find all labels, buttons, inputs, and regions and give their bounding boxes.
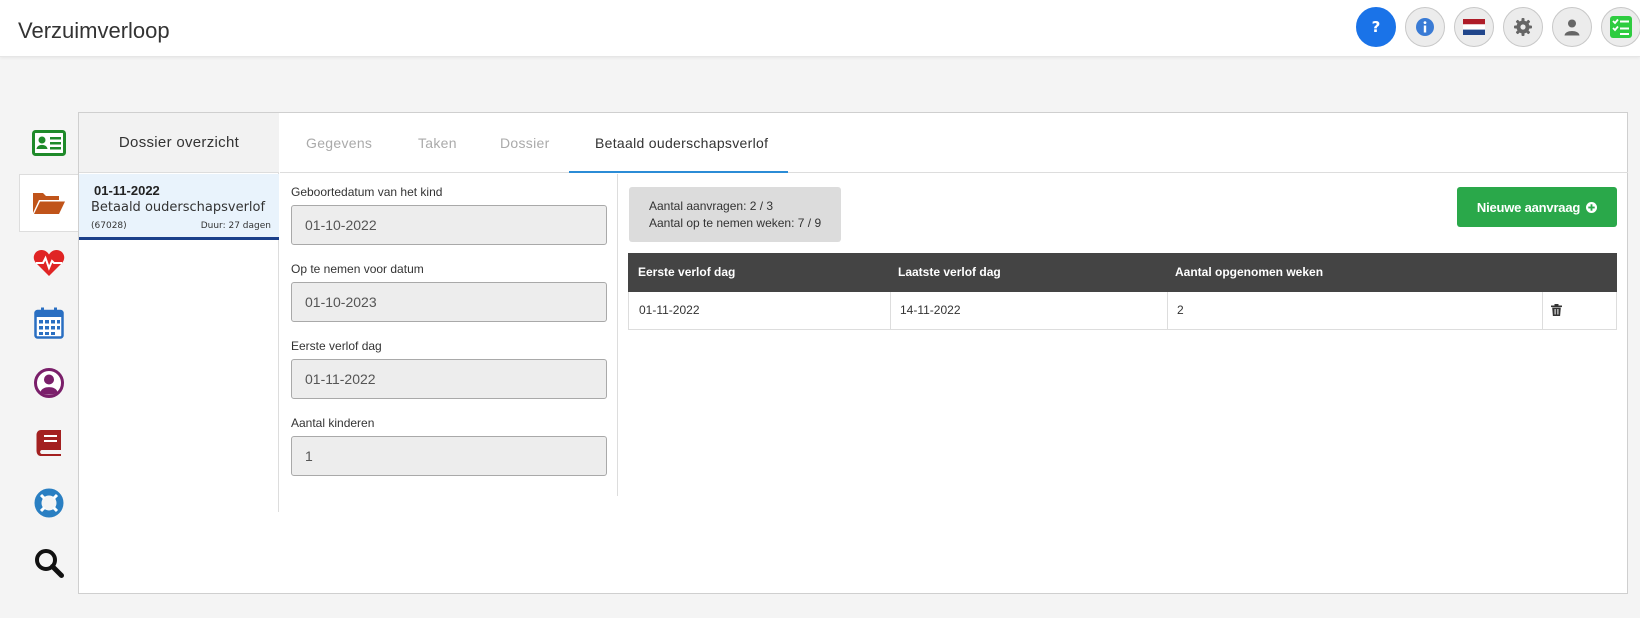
tasks-button[interactable] bbox=[1601, 7, 1640, 47]
lifebuoy-icon bbox=[34, 488, 63, 518]
birthdate-field[interactable]: 01-10-2022 bbox=[291, 205, 607, 245]
trash-icon[interactable] bbox=[1551, 304, 1562, 316]
folder-open-icon bbox=[33, 193, 65, 214]
cell-last-day: 14-11-2022 bbox=[900, 303, 961, 317]
user-circle-icon bbox=[33, 368, 64, 398]
settings-button[interactable] bbox=[1503, 7, 1543, 47]
help-button[interactable]: ? bbox=[1356, 7, 1396, 47]
tab-bar: Gegevens Taken Dossier Betaald ouderscha… bbox=[280, 113, 1628, 173]
language-button[interactable] bbox=[1454, 7, 1494, 47]
weeks-label: Aantal op te nemen weken: bbox=[649, 216, 795, 230]
rail-item-support[interactable] bbox=[19, 474, 78, 532]
dossier-item-title: Betaald ouderschapsverlof bbox=[91, 200, 266, 215]
new-request-button[interactable]: Nieuwe aanvraag bbox=[1457, 187, 1617, 227]
info-icon bbox=[1416, 18, 1434, 36]
weeks-value: 7 / 9 bbox=[797, 216, 822, 230]
rail-item-book[interactable] bbox=[19, 414, 78, 472]
requests-label: Aantal aanvragen: bbox=[649, 199, 747, 213]
svg-text:?: ? bbox=[1372, 18, 1381, 36]
requests-value: 2 / 3 bbox=[749, 199, 774, 213]
profile-button[interactable] bbox=[1552, 7, 1592, 47]
rail-item-search[interactable] bbox=[19, 534, 78, 592]
requests-summary: Aantal aanvragen: 2 / 3 bbox=[649, 199, 773, 213]
column-header-first-day: Eerste verlof dag bbox=[638, 265, 736, 279]
info-button[interactable] bbox=[1405, 7, 1445, 47]
heartbeat-icon bbox=[33, 250, 64, 276]
plus-circle-icon bbox=[1586, 201, 1598, 213]
page-title: Verzuimverloop bbox=[18, 18, 170, 43]
gear-icon bbox=[1514, 18, 1532, 36]
dossier-item-id: (67028) bbox=[91, 221, 127, 231]
column-divider bbox=[1542, 292, 1543, 329]
take-before-label: Op te nemen voor datum bbox=[291, 262, 424, 276]
leave-form: Geboortedatum van het kind 01-10-2022 Op… bbox=[280, 174, 618, 496]
dossier-item-date: 01-11-2022 bbox=[94, 183, 160, 198]
question-icon: ? bbox=[1372, 18, 1381, 36]
calendar-icon bbox=[33, 307, 64, 339]
new-request-label: Nieuwe aanvraag bbox=[1476, 199, 1581, 215]
dossier-item-duration: Duur: 27 dagen bbox=[200, 221, 271, 231]
column-divider bbox=[1167, 292, 1168, 329]
column-divider bbox=[890, 292, 891, 329]
cell-first-day: 01-11-2022 bbox=[639, 303, 700, 317]
tab-gegevens[interactable]: Gegevens bbox=[306, 113, 372, 173]
checklist-icon bbox=[1610, 16, 1632, 38]
user-icon bbox=[1564, 19, 1580, 36]
rail-item-contact[interactable] bbox=[19, 354, 78, 412]
main-panel: Dossier overzicht 01-11-2022 Betaald oud… bbox=[78, 112, 1628, 594]
search-icon bbox=[34, 549, 64, 578]
summary-box: Aantal aanvragen: 2 / 3 Aantal op te nem… bbox=[629, 187, 841, 242]
id-card-icon bbox=[31, 130, 66, 156]
rail-item-calendar[interactable] bbox=[19, 294, 78, 352]
top-actions: ? bbox=[1350, 7, 1640, 47]
book-icon bbox=[36, 430, 61, 456]
take-before-field[interactable]: 01-10-2023 bbox=[291, 282, 607, 322]
weeks-summary: Aantal op te nemen weken: 7 / 9 bbox=[649, 216, 821, 230]
dossier-header: Dossier overzicht bbox=[79, 113, 279, 173]
tab-taken[interactable]: Taken bbox=[418, 113, 457, 173]
rail-item-health[interactable] bbox=[19, 234, 78, 292]
first-leave-day-label: Eerste verlof dag bbox=[291, 339, 382, 353]
top-bar: Verzuimverloop ? bbox=[0, 0, 1640, 57]
dossier-item[interactable]: 01-11-2022 Betaald ouderschapsverlof (67… bbox=[79, 174, 279, 240]
column-header-last-day: Laatste verlof dag bbox=[898, 265, 1001, 279]
tab-betaald-ouderschapsverlof[interactable]: Betaald ouderschapsverlof bbox=[569, 113, 788, 173]
column-header-weeks: Aantal opgenomen weken bbox=[1175, 265, 1324, 279]
birthdate-label: Geboortedatum van het kind bbox=[291, 185, 443, 199]
dossier-list: Dossier overzicht 01-11-2022 Betaald oud… bbox=[79, 113, 279, 512]
rail-item-personal-data[interactable] bbox=[19, 114, 78, 172]
children-count-label: Aantal kinderen bbox=[291, 416, 375, 430]
rail-item-dossier[interactable] bbox=[19, 174, 78, 232]
cell-weeks: 2 bbox=[1177, 303, 1184, 317]
children-count-field[interactable]: 1 bbox=[291, 436, 607, 476]
first-leave-day-field[interactable]: 01-11-2022 bbox=[291, 359, 607, 399]
dutch-flag-icon bbox=[1463, 19, 1485, 35]
table-row[interactable]: 01-11-2022 14-11-2022 2 bbox=[628, 292, 1617, 330]
table-header: Eerste verlof dag Laatste verlof dag Aan… bbox=[628, 253, 1617, 292]
tab-dossier[interactable]: Dossier bbox=[500, 113, 550, 173]
